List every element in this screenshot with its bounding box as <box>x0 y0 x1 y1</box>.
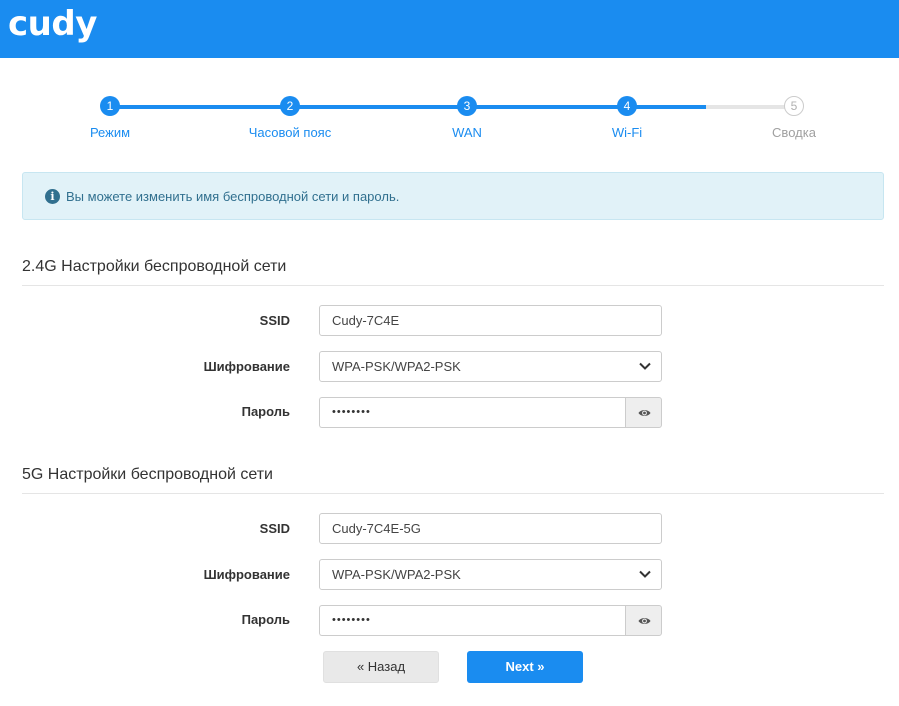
step-wan: 3 WAN <box>407 90 527 140</box>
password-group-5g: •••••••• <box>319 605 662 636</box>
step-number: 1 <box>100 96 120 116</box>
header-bar: cudy <box>0 0 899 58</box>
section-title-5g: 5G Настройки беспроводной сети <box>22 466 273 483</box>
password-label-5g: Пароль <box>241 612 290 627</box>
setup-wizard-stepper: 1 Режим 2 Часовой пояс 3 WAN 4 Wi-Fi 5 С… <box>0 90 899 150</box>
step-label: Wi-Fi <box>611 125 643 140</box>
step-label: WAN <box>452 125 482 140</box>
password-input-5g[interactable]: •••••••• <box>319 605 625 636</box>
eye-icon <box>638 618 651 624</box>
info-circle-icon: i <box>45 189 60 204</box>
step-number: 3 <box>457 96 477 116</box>
ssid-label-2g: SSID <box>259 313 290 328</box>
cudy-logo[interactable]: cudy <box>8 2 97 46</box>
chevron-down-icon <box>639 362 651 370</box>
ssid-input-5g[interactable]: Cudy-7C4E-5G <box>319 513 662 544</box>
step-label: Сводка <box>772 125 816 140</box>
next-button[interactable]: Next » <box>467 651 583 683</box>
step-timezone: 2 Часовой пояс <box>230 90 350 140</box>
ssid-input-2g[interactable]: Cudy-7C4E <box>319 305 662 336</box>
back-button[interactable]: « Назад <box>323 651 439 683</box>
show-password-button-5g[interactable] <box>625 605 662 636</box>
step-number: 5 <box>784 96 804 116</box>
step-label: Режим <box>89 125 131 140</box>
section-divider <box>22 493 884 494</box>
chevron-down-icon <box>639 570 651 578</box>
encryption-select-value: WPA-PSK/WPA2-PSK <box>332 359 461 374</box>
ssid-label-5g: SSID <box>259 521 290 536</box>
show-password-button-2g[interactable] <box>625 397 662 428</box>
password-label-2g: Пароль <box>241 404 290 419</box>
step-wifi: 4 Wi-Fi <box>567 90 687 140</box>
step-summary: 5 Сводка <box>734 90 854 140</box>
password-input-2g[interactable]: •••••••• <box>319 397 625 428</box>
step-number: 2 <box>280 96 300 116</box>
section-title-2g: 2.4G Настройки беспроводной сети <box>22 258 287 275</box>
encryption-label-5g: Шифрование <box>203 567 290 582</box>
step-label: Часовой пояс <box>248 125 332 140</box>
info-alert: i Вы можете изменить имя беспроводной се… <box>22 172 884 220</box>
encryption-select-value: WPA-PSK/WPA2-PSK <box>332 567 461 582</box>
step-mode: 1 Режим <box>50 90 170 140</box>
encryption-select-2g[interactable]: WPA-PSK/WPA2-PSK <box>319 351 662 382</box>
info-alert-text: Вы можете изменить имя беспроводной сети… <box>66 189 400 204</box>
encryption-select-5g[interactable]: WPA-PSK/WPA2-PSK <box>319 559 662 590</box>
step-number: 4 <box>617 96 637 116</box>
section-divider <box>22 285 884 286</box>
encryption-label-2g: Шифрование <box>203 359 290 374</box>
password-group-2g: •••••••• <box>319 397 662 428</box>
eye-icon <box>638 410 651 416</box>
